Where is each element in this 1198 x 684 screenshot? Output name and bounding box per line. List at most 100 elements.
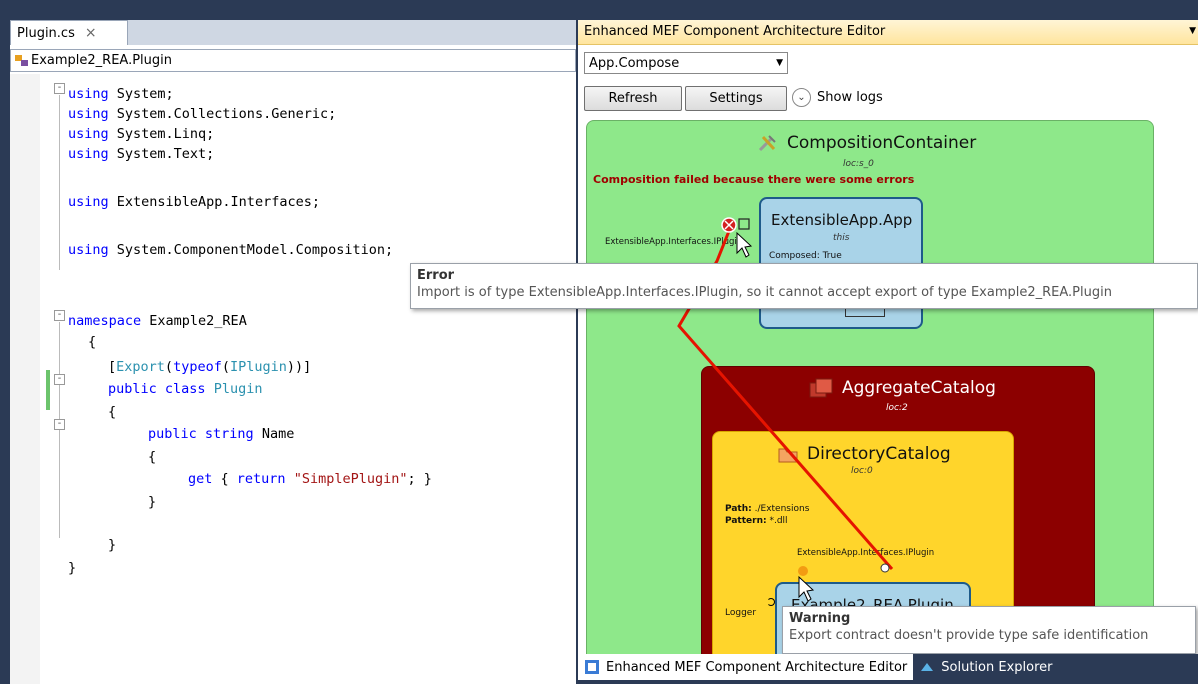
code-token: class [156,381,206,397]
mef-editor-window: Enhanced MEF Component Architecture Edit… [578,20,1198,684]
code-line: { [148,447,156,467]
code-token: using [68,126,109,142]
code-token: using [68,146,109,162]
code-line: using System; [68,84,174,104]
class-icon [15,54,29,67]
tool-window-tabs: Enhanced MEF Component Architecture Edit… [578,654,1198,684]
code-token: System.Linq; [108,126,215,142]
code-editor[interactable]: Plugin.cs × Example2_REA.Plugin - - - - … [10,20,576,684]
tab-mef-editor[interactable]: Enhanced MEF Component Architecture Edit… [578,654,914,680]
code-token: typeof [173,359,222,375]
code-line: using System.ComponentModel.Composition; [68,240,393,260]
code-token: { [212,471,229,487]
error-tooltip-body: Import is of type ExtensibleApp.Interfac… [417,285,1112,300]
code-token: ))] [286,359,312,375]
compose-select-value: App.Compose [589,55,680,71]
warning-marker-icon[interactable] [798,566,808,576]
code-token: string [196,426,254,442]
code-line: } [148,492,156,512]
window-menu-icon[interactable]: ▼ [1189,26,1196,36]
refresh-button[interactable]: Refresh [584,86,682,111]
code-token: IPlugin [229,359,287,375]
outline-guide [59,95,60,270]
file-tab-label: Plugin.cs [17,25,75,41]
code-token: ( [221,359,230,375]
close-icon[interactable]: × [85,25,97,41]
warning-tooltip: Warning Export contract doesn't provide … [782,606,1196,654]
code-token: System.Text; [108,146,215,162]
architecture-canvas[interactable]: CompositionContainer loc:s_0 Composition… [586,120,1190,660]
composition-container-node[interactable]: CompositionContainer loc:s_0 Composition… [586,120,1154,660]
code-token: Name [253,426,295,442]
connection-layer [677,217,894,602]
chevron-down-icon: ▼ [776,58,783,68]
tool-window-title: Enhanced MEF Component Architecture Edit… [584,24,886,39]
code-token: } [148,494,157,510]
editor-tab-strip: Plugin.cs × [10,20,576,45]
error-tooltip: Error Import is of type ExtensibleApp.In… [410,263,1198,309]
code-line: namespace Example2_REA [68,311,247,331]
editor-gutter [10,74,40,684]
code-token: "SimplePlugin" [285,471,408,487]
code-line: using System.Linq; [68,124,214,144]
tab-solution-explorer-label: Solution Explorer [941,659,1053,675]
code-token: } [108,537,117,553]
code-token: ; } [407,471,432,487]
error-tooltip-title: Error [417,268,455,283]
mouse-cursor-icon [798,575,815,602]
code-token: [ [108,359,117,375]
code-token: using [68,194,109,210]
expand-circle-icon: ⌄ [792,88,811,107]
code-line: [Export(typeof(IPlugin))] [108,357,311,377]
code-token: public [108,381,157,397]
mef-editor-icon [585,660,599,674]
code-token: using [68,242,109,258]
compose-method-select[interactable]: App.Compose ▼ [584,52,788,74]
code-line: using ExtensibleApp.Interfaces; [68,192,320,212]
code-token: System.Collections.Generic; [108,106,337,122]
code-token: return [228,471,286,487]
code-line: } [108,535,116,555]
code-token: System; [108,86,174,102]
warning-tooltip-body: Export contract doesn't provide type saf… [789,628,1149,643]
collapse-toggle-namespace[interactable]: - [54,310,65,321]
code-token: { [148,449,157,465]
file-tab-plugin-cs[interactable]: Plugin.cs × [10,20,128,45]
tool-window-title-bar[interactable]: Enhanced MEF Component Architecture Edit… [578,20,1198,45]
type-navigation-combo[interactable]: Example2_REA.Plugin [10,49,576,72]
code-text-area[interactable]: - - - - using System; using System.Collec… [10,74,576,684]
tab-mef-editor-label: Enhanced MEF Component Architecture Edit… [606,659,908,675]
settings-button[interactable]: Settings [685,86,787,111]
code-line: get { return "SimplePlugin"; } [188,469,432,489]
type-combo-label: Example2_REA.Plugin [31,53,173,68]
code-line: { [108,402,116,422]
export-connector-icon[interactable] [880,563,890,573]
code-line: using System.Collections.Generic; [68,104,336,124]
code-token: public [148,426,197,442]
show-logs-toggle[interactable]: ⌄ Show logs [792,88,883,107]
code-token: { [108,404,117,420]
code-line: } [68,558,76,578]
code-token: } [68,560,77,576]
code-token: ExtensibleApp.Interfaces; [108,194,320,210]
code-line: { [88,332,96,352]
warning-tooltip-title: Warning [789,611,851,626]
code-token: using [68,106,109,122]
import-connector-icon[interactable] [738,218,750,230]
tab-solution-explorer[interactable]: Solution Explorer [913,654,1058,680]
solution-explorer-icon [921,663,934,671]
collapse-toggle-class[interactable]: - [54,374,65,385]
changed-lines-marker [46,370,50,410]
mouse-cursor-icon [736,231,753,258]
code-line: public string Name [148,424,294,444]
collapse-toggle-usings[interactable]: - [54,83,65,94]
code-token: using [68,86,109,102]
code-token: { [88,334,97,350]
show-logs-label: Show logs [817,90,883,105]
code-token: namespace [68,313,142,329]
code-token: Plugin [205,381,263,397]
code-token: Example2_REA [141,313,247,329]
collapse-toggle-property[interactable]: - [54,419,65,430]
code-token: System.ComponentModel.Composition; [108,242,394,258]
code-token: Export [116,359,165,375]
